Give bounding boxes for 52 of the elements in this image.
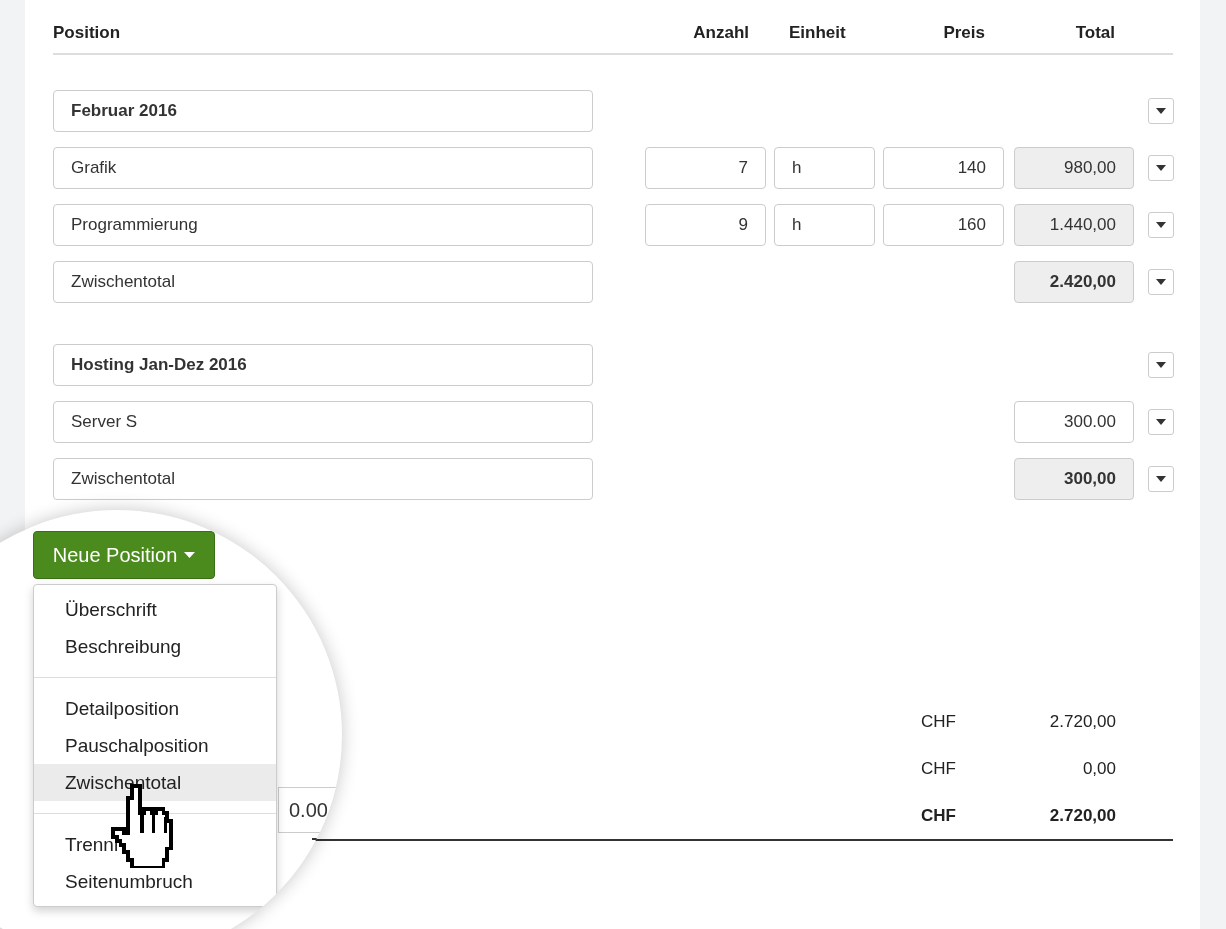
unit-field[interactable]: h [774, 204, 875, 246]
row-menu-button[interactable] [1148, 98, 1174, 124]
menu-item[interactable]: Seitenumbruch [34, 863, 276, 900]
caret-icon [1156, 362, 1166, 368]
caret-icon [1156, 419, 1166, 425]
caret-icon [1156, 279, 1166, 285]
unit-field[interactable]: h [774, 147, 875, 189]
subtotal-amount-field[interactable]: 2.420,00 [1014, 261, 1134, 303]
heading-field[interactable]: Februar 2016 [53, 90, 593, 132]
row-menu-button[interactable] [1148, 155, 1174, 181]
description-field[interactable]: Server S [53, 401, 593, 443]
row-menu-button[interactable] [1148, 466, 1174, 492]
heading-field[interactable]: Hosting Jan-Dez 2016 [53, 344, 593, 386]
row-menu-button[interactable] [1148, 352, 1174, 378]
total-field[interactable]: 300.00 [1014, 401, 1134, 443]
column-header: Total [1074, 23, 1116, 44]
menu-item[interactable]: Überschrift [34, 591, 276, 628]
column-header: Einheit [788, 23, 847, 44]
subtotal-field[interactable]: Zwischentotal [53, 261, 593, 303]
row-menu-button[interactable] [1148, 409, 1174, 435]
total-amount: 0,00 [1081, 757, 1117, 780]
price-field[interactable]: 160 [883, 204, 1004, 246]
description-field[interactable]: Grafik [53, 147, 593, 189]
menu-item[interactable]: Pauschalposition [34, 727, 276, 764]
caret-icon [184, 552, 196, 558]
total-amount: 2.720,00 [1048, 710, 1117, 733]
quantity-field[interactable]: 7 [645, 147, 766, 189]
menu-item[interactable]: Zwischentotal [34, 764, 276, 801]
currency-label: CHF [920, 804, 957, 827]
column-header: Anzahl [692, 23, 750, 44]
caret-icon [1156, 476, 1166, 482]
caret-icon [1156, 222, 1166, 228]
row-menu-button[interactable] [1148, 212, 1174, 238]
menu-item[interactable]: Trennl [34, 826, 276, 863]
total-field[interactable]: 980,00 [1014, 147, 1134, 189]
caret-icon [1156, 165, 1166, 171]
column-header: Preis [942, 23, 986, 44]
subtotal-amount-field[interactable]: 300,00 [1014, 458, 1134, 500]
menu-item[interactable]: Beschreibung [34, 628, 276, 665]
currency-label: CHF [920, 710, 957, 733]
subtotal-field[interactable]: Zwischentotal [53, 458, 593, 500]
menu-item[interactable]: Detailposition [34, 690, 276, 727]
column-header: Position [53, 23, 122, 44]
total-field[interactable]: 1.440,00 [1014, 204, 1134, 246]
price-field[interactable]: 140 [883, 147, 1004, 189]
description-field[interactable]: Programmierung [53, 204, 593, 246]
row-menu-button[interactable] [1148, 269, 1174, 295]
currency-label: CHF [920, 757, 957, 780]
caret-icon [1156, 108, 1166, 114]
new-position-button[interactable]: Neue Position [33, 531, 215, 579]
quantity-field[interactable]: 9 [645, 204, 766, 246]
total-amount: 2.720,00 [1048, 804, 1117, 827]
